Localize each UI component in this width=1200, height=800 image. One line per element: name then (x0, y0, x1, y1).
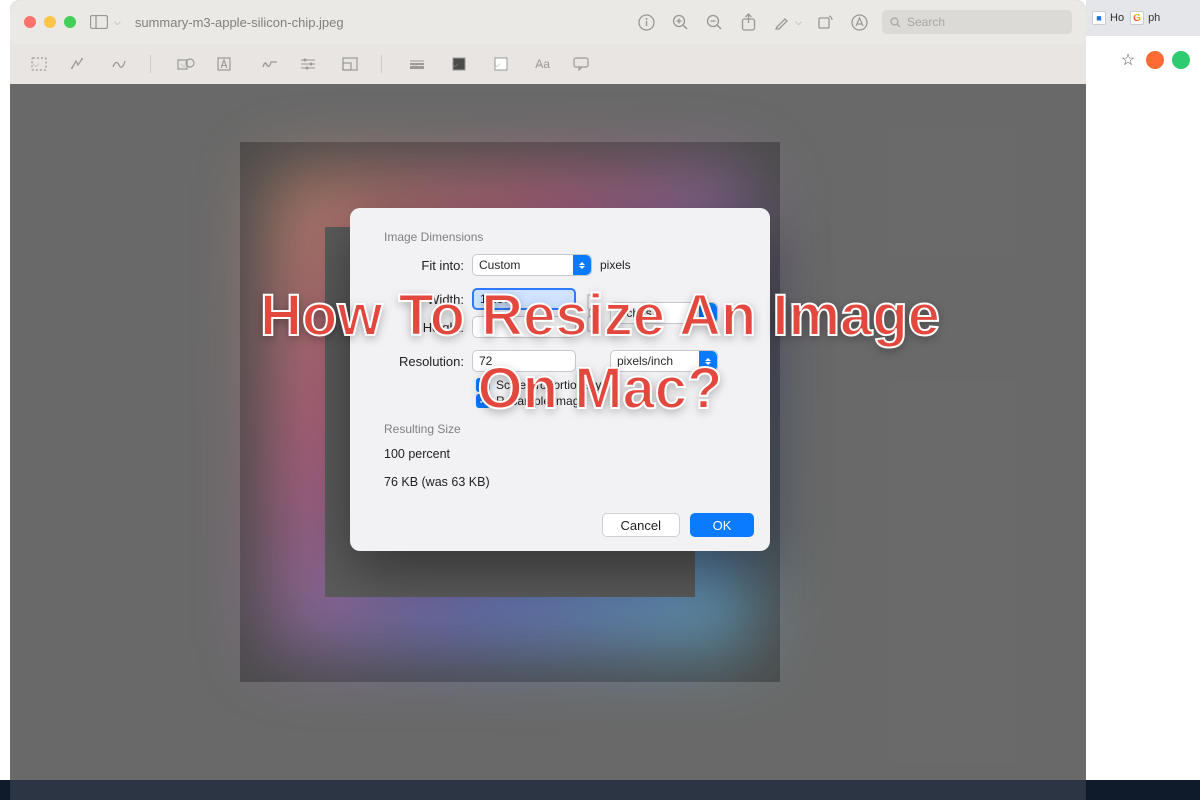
chevron-down-icon[interactable]: ⌵ (114, 17, 121, 28)
scale-proportionally-label: Scale proportionally (496, 378, 601, 392)
search-placeholder: Search (907, 15, 945, 29)
browser-toolbar-fragment: ☆ (1086, 36, 1200, 84)
cancel-button[interactable]: Cancel (602, 513, 680, 537)
text-icon[interactable] (213, 53, 235, 75)
resample-image-checkbox[interactable]: ✓ (476, 394, 490, 408)
section-label-dimensions: Image Dimensions (384, 230, 754, 244)
width-label: Width: (366, 292, 472, 307)
select-arrows-icon (573, 255, 591, 275)
search-icon (890, 17, 901, 28)
tab-label: ph (1148, 12, 1160, 24)
zoom-out-icon[interactable] (703, 11, 725, 33)
result-size: 76 KB (was 63 KB) (384, 474, 754, 492)
highlight-icon[interactable] (771, 11, 793, 33)
select-arrows-icon (699, 303, 717, 323)
fit-into-unit: pixels (600, 258, 631, 272)
resolution-unit-value: pixels/inch (617, 354, 673, 368)
chevron-down-icon: ⌵ (181, 59, 188, 70)
titlebar: ⌵ summary-m3-apple-silicon-chip.jpeg ⌵ S… (10, 0, 1086, 44)
chevron-down-icon: ⌵ (452, 59, 459, 70)
google-favicon-icon: G (1130, 11, 1144, 25)
fit-into-select[interactable]: Custom (472, 254, 592, 276)
extension-icon-green[interactable] (1172, 51, 1190, 69)
browser-tabstrip: ■ Ho G ph (1086, 0, 1200, 36)
lock-aspect-icon[interactable] (576, 282, 610, 344)
dimension-unit-value: inches (617, 306, 652, 320)
document-filename: summary-m3-apple-silicon-chip.jpeg (135, 15, 344, 30)
adjust-size-icon[interactable] (339, 53, 361, 75)
section-label-result: Resulting Size (384, 422, 754, 436)
markup-toolbar: ⌵ ⌵ ⌵ ⌵ ⌵ ⌵ Aa⌵ (10, 44, 1086, 84)
rotate-icon[interactable] (814, 11, 836, 33)
search-field[interactable]: Search (882, 10, 1072, 34)
dimension-unit-select[interactable]: inches (610, 302, 718, 324)
instant-alpha-icon[interactable] (66, 53, 88, 75)
result-percent: 100 percent (384, 446, 754, 464)
tab-favicon: ■ (1092, 11, 1106, 25)
border-color-icon[interactable]: ⌵ (444, 53, 466, 75)
share-icon[interactable] (737, 11, 759, 33)
sketch-icon[interactable] (108, 53, 130, 75)
resolution-label: Resolution: (366, 354, 472, 369)
annotate-icon[interactable] (570, 53, 592, 75)
markup-icon[interactable] (848, 11, 870, 33)
width-input[interactable] (472, 288, 576, 310)
ok-button[interactable]: OK (690, 513, 754, 537)
chevron-down-icon: ⌵ (536, 59, 543, 70)
chevron-down-icon: ⌵ (494, 59, 501, 70)
sign-icon[interactable]: ⌵ (255, 53, 277, 75)
scale-proportionally-checkbox[interactable]: ✓ (476, 378, 490, 392)
adjust-size-dialog: Image Dimensions Fit into: Custom pixels… (350, 208, 770, 551)
chevron-down-icon: ⌵ (33, 59, 40, 70)
zoom-window-button[interactable] (64, 16, 76, 28)
height-label: Height: (366, 320, 472, 335)
fill-color-icon[interactable]: ⌵ (486, 53, 508, 75)
sidebar-toggle-icon[interactable] (88, 11, 110, 33)
text-style-icon[interactable]: Aa⌵ (528, 53, 550, 75)
info-icon[interactable] (635, 11, 657, 33)
browser-tab-2[interactable]: G ph (1130, 11, 1160, 25)
chevron-down-icon[interactable]: ⌵ (795, 17, 802, 28)
resolution-unit-select[interactable]: pixels/inch (610, 350, 718, 372)
shapes-icon[interactable]: ⌵ (171, 53, 193, 75)
selection-tool-icon[interactable]: ⌵ (24, 53, 46, 75)
close-window-button[interactable] (24, 16, 36, 28)
select-arrows-icon (699, 351, 717, 371)
minimize-window-button[interactable] (44, 16, 56, 28)
adjust-color-icon[interactable] (297, 53, 319, 75)
preview-app-window: ⌵ summary-m3-apple-silicon-chip.jpeg ⌵ S… (10, 0, 1086, 800)
resample-image-label: Resample image (496, 394, 586, 408)
tab-label: Ho (1110, 12, 1124, 24)
divider (381, 55, 382, 73)
divider (150, 55, 151, 73)
chevron-down-icon: ⌵ (412, 59, 419, 70)
chevron-down-icon: ⌵ (265, 59, 272, 70)
bookmark-star-icon[interactable]: ☆ (1118, 50, 1138, 70)
height-input[interactable] (472, 316, 576, 338)
window-controls (24, 16, 76, 28)
fit-into-label: Fit into: (366, 258, 472, 273)
fit-into-value: Custom (479, 258, 520, 272)
resolution-input[interactable] (472, 350, 576, 372)
extension-icon-orange[interactable] (1146, 51, 1164, 69)
browser-tab-1[interactable]: ■ Ho (1092, 11, 1124, 25)
line-style-icon[interactable]: ⌵ (402, 53, 424, 75)
page-footer-strip (0, 780, 1200, 800)
zoom-in-icon[interactable] (669, 11, 691, 33)
